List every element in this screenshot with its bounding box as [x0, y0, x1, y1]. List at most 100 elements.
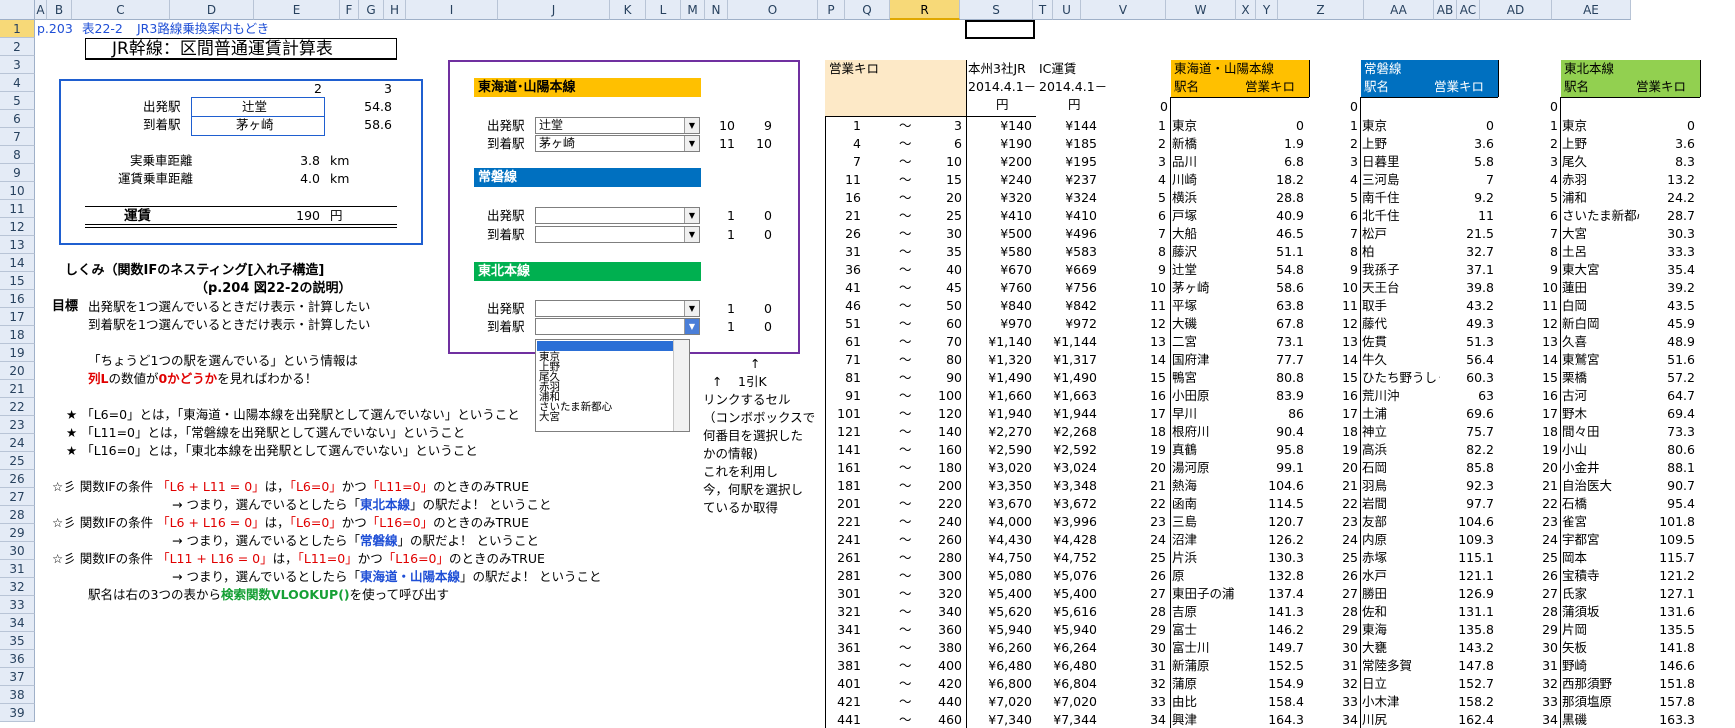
column-header-h[interactable]: H: [384, 0, 406, 20]
row-header-10[interactable]: 10: [0, 182, 35, 200]
column-header-j[interactable]: J: [498, 0, 610, 20]
row-header-35[interactable]: 35: [0, 632, 35, 650]
chevron-down-icon[interactable]: ▼: [684, 227, 699, 242]
row-header-29[interactable]: 29: [0, 524, 35, 542]
column-header-p[interactable]: P: [818, 0, 845, 20]
column-header-y[interactable]: Y: [1256, 0, 1278, 20]
row-header-3[interactable]: 3: [0, 56, 35, 74]
column-header-r[interactable]: R: [890, 0, 960, 20]
column-header-t[interactable]: T: [1033, 0, 1053, 20]
dropdown-list[interactable]: 東京 上野 尾久 赤羽 浦和 さいたま新都心 大宮: [535, 339, 690, 432]
row-header-5[interactable]: 5: [0, 92, 35, 110]
row-header-27[interactable]: 27: [0, 488, 35, 506]
tohoku-to-combo[interactable]: ▼: [535, 318, 700, 335]
row-header-1[interactable]: 1: [0, 20, 35, 38]
column-header-w[interactable]: W: [1166, 0, 1236, 20]
row-header-19[interactable]: 19: [0, 344, 35, 362]
row-header-25[interactable]: 25: [0, 452, 35, 470]
row-header-20[interactable]: 20: [0, 362, 35, 380]
column-header-x[interactable]: X: [1236, 0, 1256, 20]
tokaido_table-station-name: 川崎: [1172, 172, 1198, 187]
column-header-i[interactable]: I: [406, 0, 498, 20]
column-header-o[interactable]: O: [728, 0, 818, 20]
chevron-down-icon[interactable]: ▼: [684, 319, 699, 334]
tokaido_table-index: 12: [1150, 316, 1166, 331]
tokaido_table-index: 24: [1150, 532, 1166, 547]
active-cell-cursor[interactable]: [965, 20, 1035, 39]
chevron-down-icon[interactable]: ▼: [684, 136, 699, 151]
dropdown-scrollbar[interactable]: [673, 340, 689, 431]
row-header-34[interactable]: 34: [0, 614, 35, 632]
row-header-22[interactable]: 22: [0, 398, 35, 416]
row-header-37[interactable]: 37: [0, 668, 35, 686]
select-all-corner[interactable]: [0, 0, 35, 20]
column-header-e[interactable]: E: [254, 0, 340, 20]
column-header-b[interactable]: B: [47, 0, 72, 20]
row-header-6[interactable]: 6: [0, 110, 35, 128]
row-header-36[interactable]: 36: [0, 650, 35, 668]
tokaido-from-combo[interactable]: 辻堂 ▼: [535, 117, 700, 134]
row-header-11[interactable]: 11: [0, 200, 35, 218]
column-header-m[interactable]: M: [681, 0, 705, 20]
tokaido_table-border-left: [1170, 97, 1171, 728]
dropdown-option[interactable]: 大宮: [539, 412, 560, 423]
row-header-13[interactable]: 13: [0, 236, 35, 254]
chevron-down-icon[interactable]: ▼: [684, 118, 699, 133]
dropdown-highlight[interactable]: [537, 341, 688, 351]
chevron-down-icon[interactable]: ▼: [684, 208, 699, 223]
row-header-7[interactable]: 7: [0, 128, 35, 146]
column-header-ac[interactable]: AC: [1457, 0, 1480, 20]
row-header-16[interactable]: 16: [0, 290, 35, 308]
column-header-ab[interactable]: AB: [1434, 0, 1457, 20]
joban_table-station-name: 羽鳥: [1362, 478, 1388, 493]
row-header-2[interactable]: 2: [0, 38, 35, 56]
column-header-q[interactable]: Q: [845, 0, 890, 20]
row-header-31[interactable]: 31: [0, 560, 35, 578]
fare-km-to: 340: [938, 604, 962, 619]
column-header-aa[interactable]: AA: [1364, 0, 1434, 20]
row-header-21[interactable]: 21: [0, 380, 35, 398]
joban-from-combo[interactable]: ▼: [535, 207, 700, 224]
row-header-32[interactable]: 32: [0, 578, 35, 596]
joban-to-combo[interactable]: ▼: [535, 226, 700, 243]
chevron-down-icon[interactable]: ▼: [684, 301, 699, 316]
column-header-k[interactable]: K: [610, 0, 646, 20]
row-header-33[interactable]: 33: [0, 596, 35, 614]
column-header-g[interactable]: G: [359, 0, 384, 20]
column-header-ae[interactable]: AE: [1552, 0, 1631, 20]
calc-real-label: 実乗車距離: [130, 153, 193, 168]
column-header-c[interactable]: C: [72, 0, 170, 20]
tokaido_table-index: 20: [1150, 460, 1166, 475]
row-header-8[interactable]: 8: [0, 146, 35, 164]
column-header-v[interactable]: V: [1081, 0, 1166, 20]
column-header-s[interactable]: S: [960, 0, 1033, 20]
column-header-f[interactable]: F: [340, 0, 359, 20]
row-header-24[interactable]: 24: [0, 434, 35, 452]
tokaido_table-station-km: 51.1: [1276, 244, 1304, 259]
column-header-d[interactable]: D: [170, 0, 254, 20]
row-header-14[interactable]: 14: [0, 254, 35, 272]
row-header-39[interactable]: 39: [0, 704, 35, 722]
row-header-26[interactable]: 26: [0, 470, 35, 488]
row-header-23[interactable]: 23: [0, 416, 35, 434]
column-header-ad[interactable]: AD: [1480, 0, 1552, 20]
column-header-u[interactable]: U: [1053, 0, 1081, 20]
row-header-4[interactable]: 4: [0, 74, 35, 92]
column-header-n[interactable]: N: [705, 0, 728, 20]
joban_table-station-km: 104.6: [1458, 514, 1494, 529]
column-header-l[interactable]: L: [646, 0, 681, 20]
row-header-38[interactable]: 38: [0, 686, 35, 704]
row-header-15[interactable]: 15: [0, 272, 35, 290]
tokaido-to-combo[interactable]: 茅ヶ崎 ▼: [535, 135, 700, 152]
row-header-9[interactable]: 9: [0, 164, 35, 182]
tohoku-from-combo[interactable]: ▼: [535, 300, 700, 317]
tohoku_table-index: 4: [1550, 172, 1558, 187]
row-header-28[interactable]: 28: [0, 506, 35, 524]
row-header-30[interactable]: 30: [0, 542, 35, 560]
column-header-a[interactable]: A: [35, 0, 47, 20]
row-header-17[interactable]: 17: [0, 308, 35, 326]
column-header-z[interactable]: Z: [1278, 0, 1364, 20]
row-header-18[interactable]: 18: [0, 326, 35, 344]
fare-ic: ¥583: [1065, 244, 1097, 259]
row-header-12[interactable]: 12: [0, 218, 35, 236]
